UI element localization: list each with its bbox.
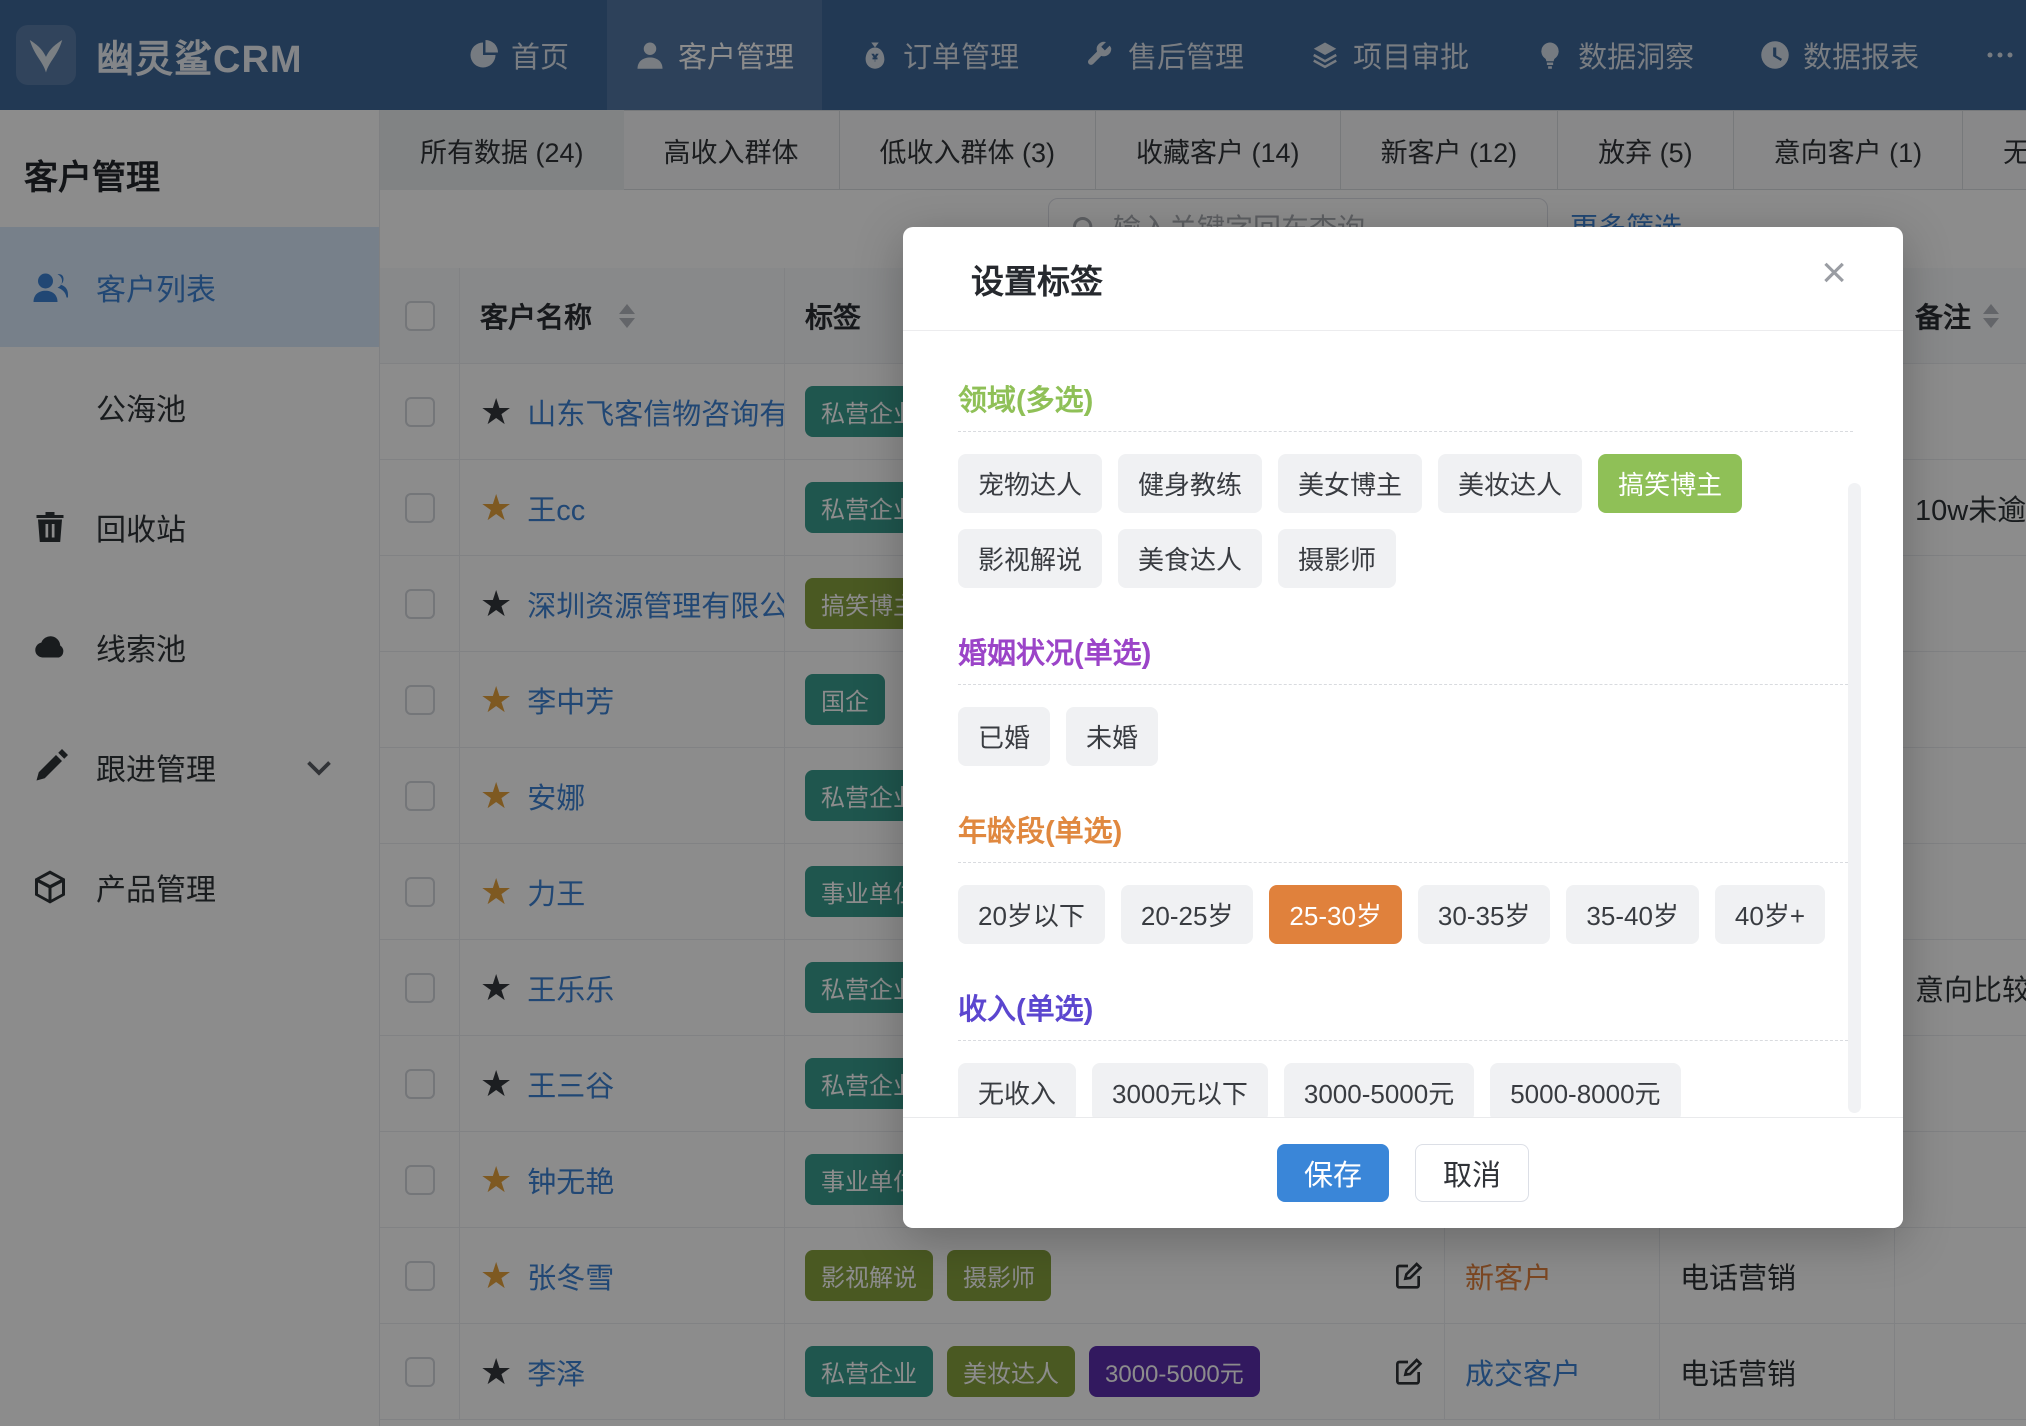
section-divider [958, 431, 1853, 432]
tag-options: 宠物达人 健身教练 美女博主 美妆达人 搞笑博主 影视解说 美食达人 [958, 454, 1853, 588]
modal-header: 设置标签 [903, 227, 1903, 331]
tag-option[interactable]: 无收入 [958, 1063, 1076, 1117]
tag-section-title: 年龄段(单选) [958, 812, 1853, 852]
modal-title: 设置标签 [971, 255, 1103, 303]
tag-option[interactable]: 20岁以下 [958, 885, 1105, 944]
save-button[interactable]: 保存 [1277, 1144, 1389, 1202]
tag-option[interactable]: 未婚 [1066, 707, 1158, 766]
close-icon[interactable] [1821, 251, 1847, 295]
tag-option[interactable]: 宠物达人 [958, 454, 1102, 513]
tag-section: 收入(单选) 无收入 3000元以下 3000-5000元 5000-8000元 [958, 990, 1853, 1117]
section-divider [958, 684, 1853, 685]
tag-section: 婚姻状况(单选) 已婚 未婚 [958, 634, 1853, 766]
tag-option[interactable]: 影视解说 [958, 529, 1102, 588]
tag-option[interactable]: 25-30岁 [1269, 885, 1402, 944]
tag-option[interactable]: 美女博主 [1278, 454, 1422, 513]
tag-option[interactable]: 3000元以下 [1092, 1063, 1268, 1117]
tag-section: 年龄段(单选) 20岁以下 20-25岁 25-30岁 30-35岁 [958, 812, 1853, 944]
tag-option[interactable]: 健身教练 [1118, 454, 1262, 513]
tag-option[interactable]: 20-25岁 [1121, 885, 1254, 944]
tag-option[interactable]: 美妆达人 [1438, 454, 1582, 513]
tag-option[interactable]: 30-35岁 [1418, 885, 1551, 944]
tag-option[interactable]: 美食达人 [1118, 529, 1262, 588]
section-divider [958, 862, 1853, 863]
tag-section-title: 领域(多选) [958, 381, 1853, 421]
tag-options: 已婚 未婚 [958, 707, 1853, 766]
tag-option[interactable]: 摄影师 [1278, 529, 1396, 588]
section-divider [958, 1040, 1853, 1041]
cancel-button[interactable]: 取消 [1415, 1144, 1529, 1202]
tag-section-title: 收入(单选) [958, 990, 1853, 1030]
tag-sections: 领域(多选) 宠物达人 健身教练 美女博主 美妆达人 搞笑博主 [903, 331, 1903, 1117]
tag-option[interactable]: 5000-8000元 [1490, 1063, 1680, 1117]
tag-option[interactable]: 3000-5000元 [1284, 1063, 1474, 1117]
tag-section: 领域(多选) 宠物达人 健身教练 美女博主 美妆达人 搞笑博主 [958, 381, 1853, 588]
set-tags-modal: 设置标签 领域(多选) 宠物达人 健身教练 美女博主 [903, 227, 1903, 1228]
tag-option[interactable]: 已婚 [958, 707, 1050, 766]
tag-option[interactable]: 35-40岁 [1566, 885, 1699, 944]
modal-body: 领域(多选) 宠物达人 健身教练 美女博主 美妆达人 搞笑博主 [903, 331, 1903, 1117]
tag-section-title: 婚姻状况(单选) [958, 634, 1853, 674]
modal-scrollbar[interactable] [1848, 483, 1861, 1113]
tag-options: 20岁以下 20-25岁 25-30岁 30-35岁 35-40岁 40岁+ [958, 885, 1853, 944]
tag-options: 无收入 3000元以下 3000-5000元 5000-8000元 8000-1… [958, 1063, 1853, 1117]
tag-option[interactable]: 搞笑博主 [1598, 454, 1742, 513]
tag-option[interactable]: 40岁+ [1715, 885, 1825, 944]
modal-footer: 保存 取消 [903, 1117, 1903, 1227]
